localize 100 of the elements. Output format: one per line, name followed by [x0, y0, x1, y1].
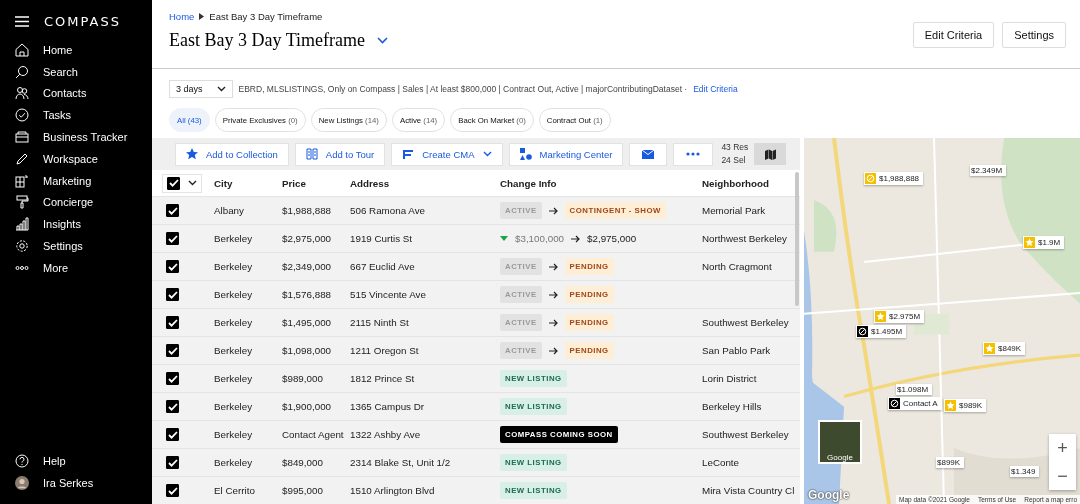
column-header[interactable]: City	[214, 177, 233, 189]
checkbox[interactable]	[166, 288, 179, 301]
star-icon	[984, 343, 995, 354]
checkbox[interactable]	[166, 316, 179, 329]
column-header[interactable]: Change Info	[500, 177, 557, 189]
selected-count: 24 Sel	[721, 154, 747, 167]
timeframe-select[interactable]: 3 days	[169, 80, 233, 98]
toolbar-button[interactable]: Add to Collection	[175, 142, 289, 166]
chevron-down-icon[interactable]	[188, 180, 197, 186]
table-cell: Berkeley	[214, 457, 253, 468]
table-cell: 1510 Arlington Blvd	[350, 485, 435, 496]
map-view-button[interactable]	[754, 143, 787, 165]
compass-logo[interactable]: COMPASS	[44, 14, 121, 29]
select-all-control[interactable]	[162, 173, 202, 193]
table-cell: Berkeley	[214, 317, 253, 328]
price-marker[interactable]: Contact A	[888, 397, 942, 410]
column-header[interactable]: Address	[350, 177, 390, 189]
page-title: East Bay 3 Day Timeframe	[169, 30, 365, 51]
star-icon	[945, 400, 956, 411]
table-cell: Contact Agent	[282, 429, 344, 440]
checkbox[interactable]	[166, 260, 179, 273]
table-cell: El Cerrito	[214, 485, 255, 496]
nav-item[interactable]: More	[15, 256, 152, 279]
table-cell: Lorin District	[702, 373, 757, 384]
profile-link[interactable]: Ira Serkes	[15, 472, 152, 494]
checkbox[interactable]	[166, 400, 179, 413]
menu-icon[interactable]	[15, 16, 29, 27]
toolbar-button[interactable]: Add to Tour	[294, 142, 386, 166]
checkbox[interactable]	[167, 176, 180, 190]
table-cell: North Cragmont	[702, 261, 772, 272]
table-cell: 1365 Campus Dr	[350, 401, 425, 412]
table-cell: $1,495,000	[282, 317, 332, 328]
table-cell: LeConte	[702, 457, 740, 468]
price-marker[interactable]: $849K	[983, 342, 1026, 355]
search-icon	[15, 64, 29, 79]
price-marker[interactable]: $899K	[936, 457, 965, 468]
nav-item[interactable]: Settings	[15, 235, 152, 257]
nav-item[interactable]: Workspace	[15, 148, 152, 170]
chevron-down-icon	[216, 86, 226, 92]
edit-criteria-link[interactable]: Edit Criteria	[693, 84, 738, 94]
table-cell: Southwest Berkeley	[702, 317, 789, 328]
check-circle-icon	[15, 108, 29, 123]
avatar-icon	[15, 476, 29, 491]
shapes-icon	[519, 148, 532, 160]
column-header[interactable]: Neighborhood	[702, 177, 769, 189]
nav-item[interactable]: Search	[15, 60, 152, 83]
nav-item[interactable]: Contacts	[15, 82, 152, 105]
column-header[interactable]: Price	[282, 177, 306, 189]
price-marker[interactable]: $1.098M	[896, 384, 933, 395]
checkbox[interactable]	[166, 344, 179, 357]
toolbar-button[interactable]: Marketing Center	[508, 142, 624, 166]
table-cell: 515 Vincente Ave	[350, 289, 426, 300]
satellite-toggle[interactable]: Google	[818, 420, 862, 464]
paint-roller-icon	[15, 195, 29, 210]
toolbar-button[interactable]: Create CMA	[391, 142, 503, 166]
checkbox[interactable]	[166, 232, 179, 245]
table-cell: Berkeley	[214, 401, 253, 412]
price-marker[interactable]: $1.495M	[856, 325, 907, 338]
zoom-out-button[interactable]: −	[1049, 462, 1076, 490]
arrow-right-icon	[548, 262, 558, 271]
checkbox[interactable]	[166, 204, 179, 217]
email-button[interactable]	[629, 142, 668, 166]
cma-icon	[402, 148, 415, 160]
scrollbar[interactable]	[795, 172, 799, 306]
nav-item[interactable]: Business Tracker	[15, 126, 152, 148]
people-icon	[15, 86, 29, 101]
nav-item[interactable]: Marketing	[15, 169, 152, 192]
header-button[interactable]: Edit Criteria	[912, 22, 995, 48]
layout-icon	[15, 173, 29, 188]
table-cell: 1919 Curtis St	[350, 233, 413, 244]
breadcrumb-current: East Bay 3 Day Timeframe	[209, 11, 323, 22]
nav-item[interactable]: Home	[15, 39, 152, 61]
header-button[interactable]: Settings	[1002, 22, 1066, 48]
table-cell: Berkeley	[214, 261, 253, 272]
chevron-down-icon	[482, 151, 492, 157]
checkbox[interactable]	[166, 456, 179, 469]
zoom-in-button[interactable]: +	[1049, 434, 1076, 462]
table-cell: Berkeley	[214, 233, 253, 244]
home-icon	[15, 42, 29, 57]
price-marker[interactable]: $1.9M	[1023, 236, 1065, 249]
table-cell: 1812 Prince St	[350, 373, 415, 384]
breadcrumb-link[interactable]: Home	[169, 11, 195, 22]
more-icon	[686, 152, 701, 156]
no-entry-icon	[857, 326, 868, 337]
checkbox[interactable]	[166, 372, 179, 385]
nav-item[interactable]: Insights	[15, 213, 152, 236]
table-cell: San Pablo Park	[702, 345, 771, 356]
table-cell: 2314 Blake St, Unit 1/2	[350, 457, 451, 468]
price-marker[interactable]: $2.349M	[970, 165, 1007, 176]
price-marker[interactable]: $2.975M	[874, 310, 925, 323]
checkbox[interactable]	[166, 428, 179, 441]
price-marker[interactable]: $1.349	[1010, 466, 1040, 477]
price-marker[interactable]: $1,988,888	[864, 172, 924, 185]
price-marker[interactable]: $989K	[944, 399, 987, 412]
nav-item[interactable]: Tasks	[15, 104, 152, 127]
checkbox[interactable]	[166, 484, 179, 497]
star-icon	[875, 311, 886, 322]
nav-item[interactable]: Concierge	[15, 191, 152, 214]
help-link[interactable]: Help	[15, 450, 152, 473]
arrow-right-icon	[548, 346, 558, 355]
